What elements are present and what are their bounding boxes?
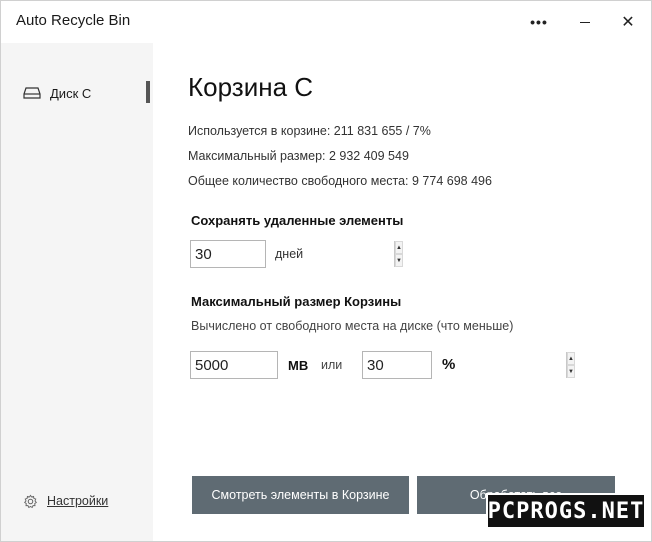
days-increment-button[interactable]: ▲ <box>395 241 403 254</box>
percent-input[interactable] <box>363 356 566 374</box>
days-stepper-arrows: ▲ ▼ <box>394 241 403 267</box>
mb-stepper[interactable]: ▲ ▼ <box>190 351 403 379</box>
free-space-text: Общее количество свободного места: 9 774… <box>188 174 492 188</box>
percent-unit-label: % <box>442 356 456 373</box>
title-bar: Auto Recycle Bin ••• ✕ <box>1 1 651 43</box>
watermark-logo: PCPROGS.NET <box>486 493 646 529</box>
used-in-bin-text: Используется в корзине: 211 831 655 / 7% <box>188 124 431 138</box>
sidebar-item-label: Диск C <box>50 85 92 101</box>
drive-icon <box>23 86 41 100</box>
days-stepper[interactable]: ▲ ▼ <box>190 240 403 268</box>
settings-link[interactable]: Настройки <box>23 493 108 509</box>
selected-indicator <box>146 81 150 103</box>
max-size-heading: Максимальный размер Корзины <box>191 294 402 309</box>
mb-unit-label: MB <box>288 358 309 373</box>
or-label: или <box>321 358 343 372</box>
days-unit-label: дней <box>275 247 304 261</box>
percent-stepper-arrows: ▲ ▼ <box>566 352 575 378</box>
percent-stepper[interactable]: ▲ ▼ <box>362 351 575 379</box>
page-title: Корзина C <box>188 72 314 102</box>
app-window: Auto Recycle Bin ••• ✕ Диск C Настройки … <box>0 0 652 542</box>
percent-decrement-button[interactable]: ▼ <box>567 365 575 378</box>
max-size-text: Максимальный размер: 2 932 409 549 <box>188 149 409 163</box>
percent-increment-button[interactable]: ▲ <box>567 352 575 365</box>
close-icon: ✕ <box>621 14 635 31</box>
sidebar-item-drive-c[interactable]: Диск C <box>23 83 153 103</box>
days-decrement-button[interactable]: ▼ <box>395 254 403 267</box>
max-size-subtitle: Вычислено от свободного места на диске (… <box>191 319 514 333</box>
view-bin-items-button[interactable]: Смотреть элементы в Корзине <box>192 476 409 514</box>
close-button[interactable]: ✕ <box>605 1 651 43</box>
more-options-button[interactable]: ••• <box>516 1 562 43</box>
more-icon: ••• <box>530 14 548 30</box>
sidebar: Диск C Настройки <box>1 43 153 541</box>
settings-label: Настройки <box>47 494 109 508</box>
minimize-icon <box>580 21 590 23</box>
app-title: Auto Recycle Bin <box>16 12 131 29</box>
keep-deleted-heading: Сохранять удаленные элементы <box>191 213 404 228</box>
minimize-button[interactable] <box>562 1 608 43</box>
gear-icon <box>23 493 39 509</box>
